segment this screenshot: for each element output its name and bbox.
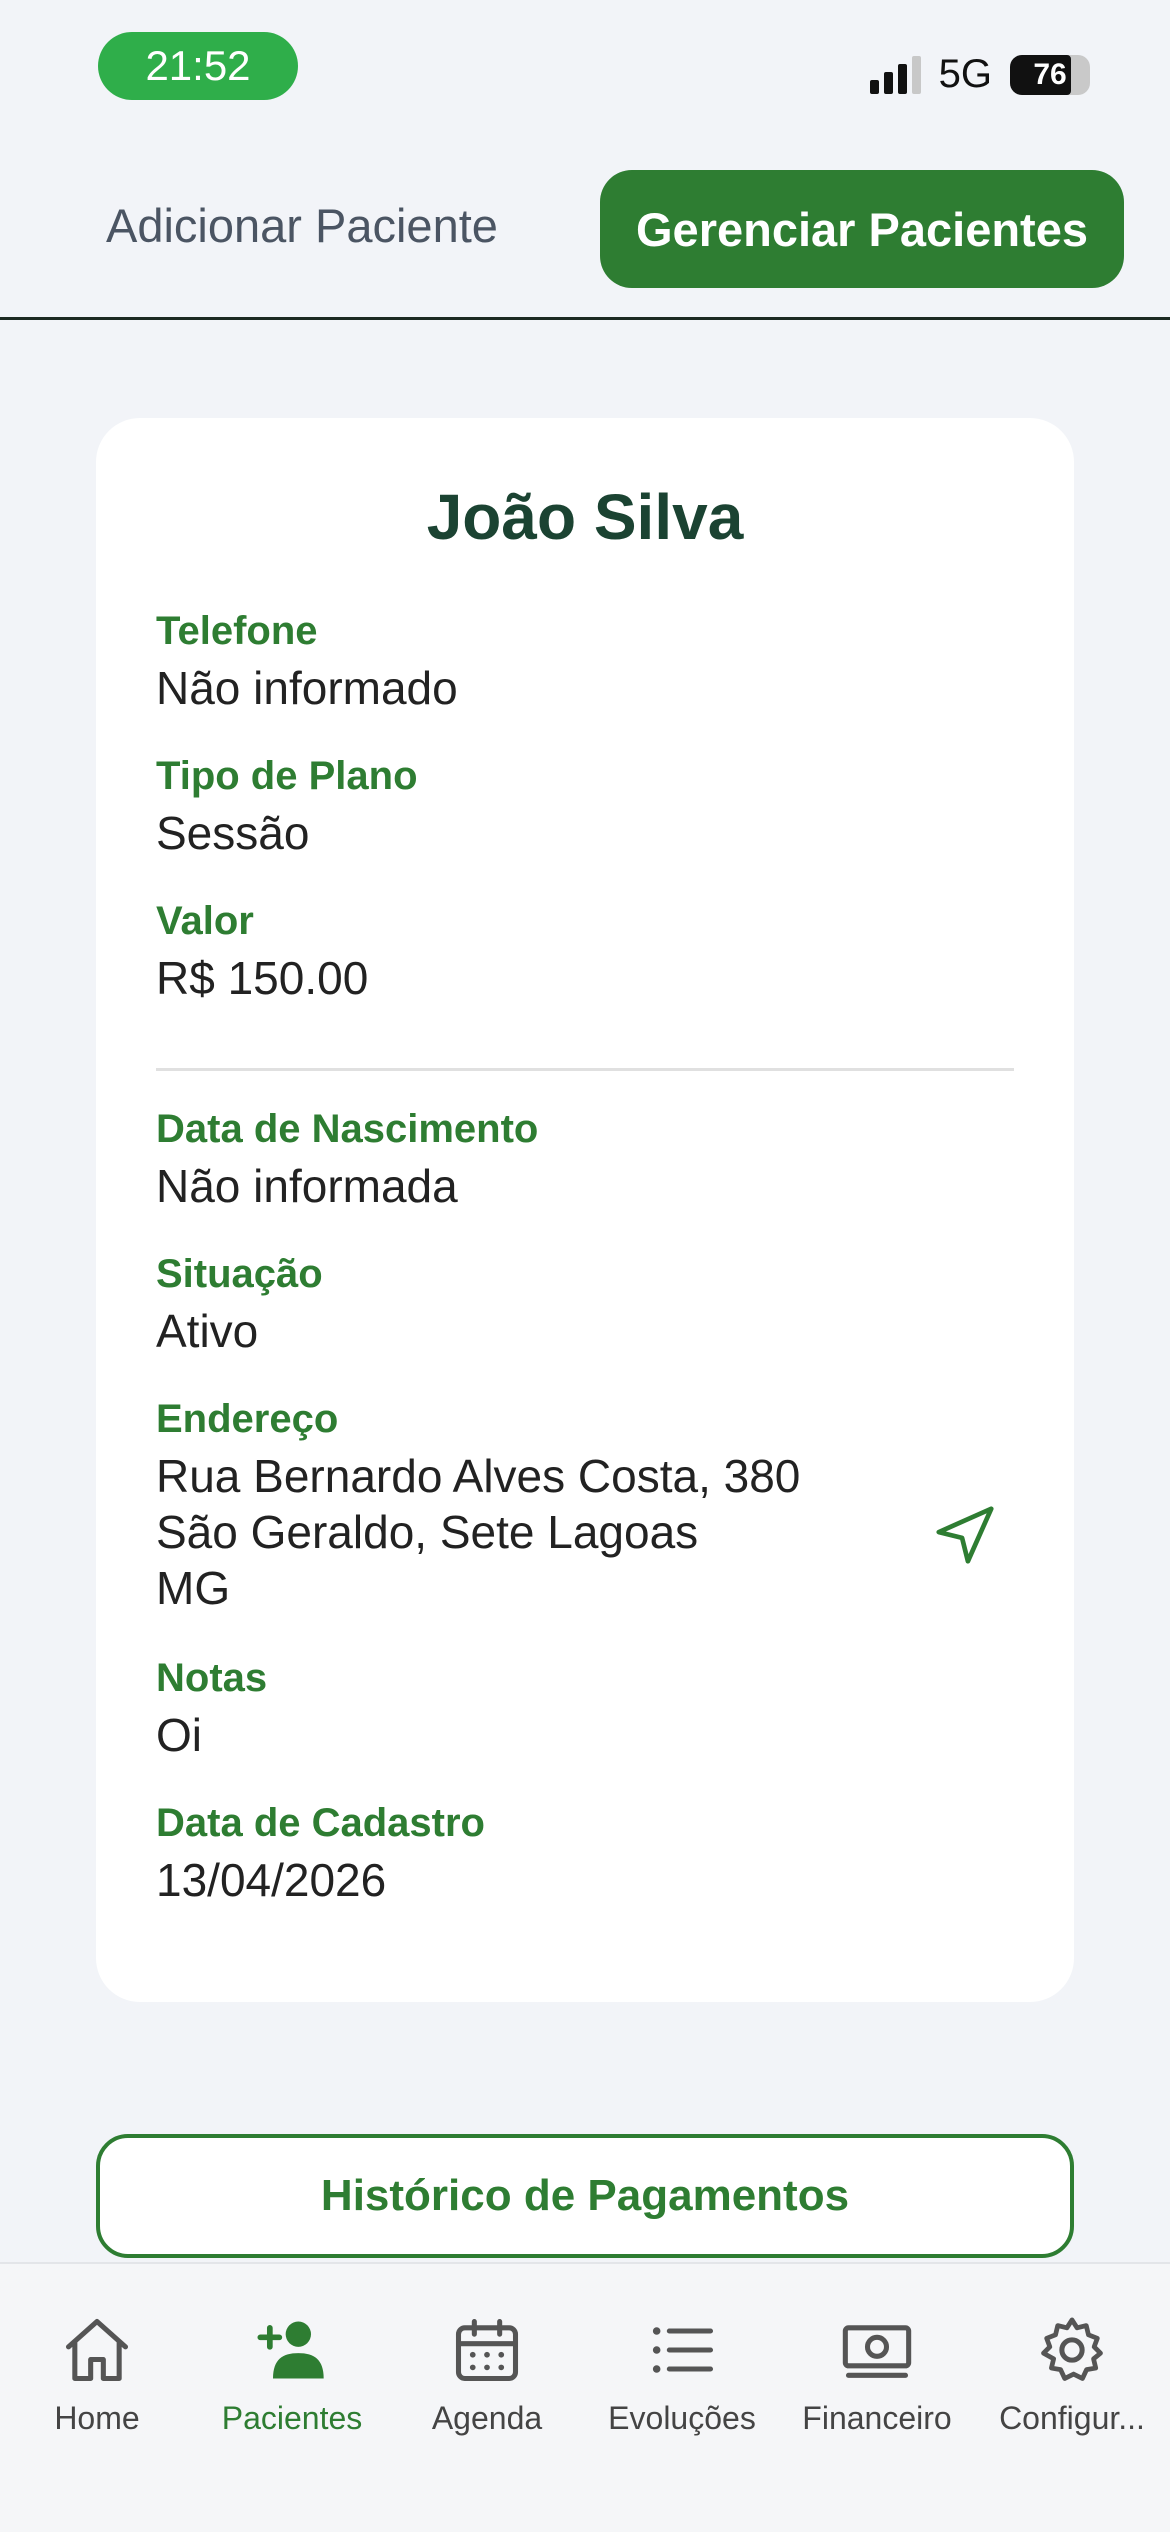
- field-label: Tipo de Plano: [156, 754, 418, 798]
- address-line-2: São Geraldo, Sete Lagoas: [156, 1506, 699, 1558]
- field-phone: Telefone Não informado: [156, 606, 458, 716]
- field-value: Sessão: [156, 807, 310, 859]
- field-registration-date: Data de Cadastro 13/04/2026: [156, 1798, 485, 1908]
- nav-patients[interactable]: Pacientes: [195, 2312, 389, 2437]
- nav-label: Financeiro: [802, 2400, 952, 2436]
- status-indicators: 5G 76: [869, 52, 1090, 97]
- payment-history-button[interactable]: Histórico de Pagamentos: [96, 2134, 1074, 2258]
- field-price: Valor R$ 150.00: [156, 896, 368, 1006]
- field-value: R$ 150.00: [156, 952, 369, 1004]
- field-value: Oi: [156, 1709, 202, 1761]
- nav-finance[interactable]: Financeiro: [780, 2312, 974, 2437]
- battery-level: 76: [1033, 57, 1067, 91]
- nav-settings[interactable]: Configur...: [975, 2312, 1169, 2437]
- calendar-icon: [455, 2318, 519, 2382]
- nav-label: Home: [54, 2400, 140, 2436]
- field-birth-date: Data de Nascimento Não informada: [156, 1104, 538, 1214]
- nav-label: Evoluções: [608, 2400, 756, 2436]
- navigation-arrow-icon[interactable]: [930, 1500, 1000, 1570]
- nav-label: Configur...: [999, 2400, 1145, 2436]
- nav-agenda[interactable]: Agenda: [390, 2312, 584, 2437]
- patient-name: João Silva: [426, 481, 744, 553]
- field-value: 13/04/2026: [156, 1854, 387, 1906]
- field-label: Notas: [156, 1656, 268, 1700]
- address-line-1: Rua Bernardo Alves Costa, 380: [156, 1450, 801, 1502]
- field-label: Telefone: [156, 609, 318, 653]
- field-label: Situação: [156, 1252, 323, 1296]
- gear-icon: [1041, 2317, 1103, 2381]
- nav-home[interactable]: Home: [0, 2312, 194, 2437]
- battery-icon: 76: [1010, 54, 1090, 95]
- field-label: Valor: [156, 899, 254, 943]
- field-address: Endereço Rua Bernardo Alves Costa, 380 S…: [156, 1394, 800, 1616]
- field-label: Data de Nascimento: [156, 1107, 539, 1151]
- field-value: Ativo: [156, 1305, 259, 1357]
- field-status: Situação Ativo: [156, 1249, 323, 1359]
- nav-label: Agenda: [431, 2400, 543, 2436]
- nav-evolutions[interactable]: Evoluções: [585, 2312, 779, 2437]
- add-person-icon: [257, 2321, 324, 2379]
- field-notes: Notas Oi: [156, 1653, 267, 1763]
- patient-card: João Silva Telefone Não informado Tipo d…: [96, 418, 1074, 2002]
- field-value: Não informada: [156, 1160, 458, 1212]
- address-line-3: MG: [156, 1562, 231, 1614]
- bottom-nav: Home Pacientes Agenda Evoluções Financei…: [0, 2262, 1170, 2532]
- field-value: Não informado: [156, 662, 458, 714]
- divider: [156, 1068, 1014, 1071]
- money-icon: [842, 2325, 912, 2378]
- top-tabs: Adicionar Paciente Gerenciar Pacientes: [0, 170, 1170, 320]
- home-icon: [65, 2318, 129, 2382]
- signal-icon: [869, 55, 921, 94]
- field-label: Endereço: [156, 1397, 339, 1441]
- list-icon: [652, 2327, 714, 2373]
- patient-details-screen: 21:52 5G 76 Adicionar Paciente Gerenciar…: [0, 0, 1170, 2532]
- field-plan-type: Tipo de Plano Sessão: [156, 751, 418, 861]
- network-type: 5G: [938, 52, 992, 96]
- status-time: 21:52: [98, 32, 298, 100]
- tab-add-patient[interactable]: Adicionar Paciente: [106, 198, 498, 253]
- nav-label: Pacientes: [221, 2400, 363, 2436]
- field-label: Data de Cadastro: [156, 1801, 485, 1845]
- tab-manage-patients[interactable]: Gerenciar Pacientes: [600, 170, 1124, 288]
